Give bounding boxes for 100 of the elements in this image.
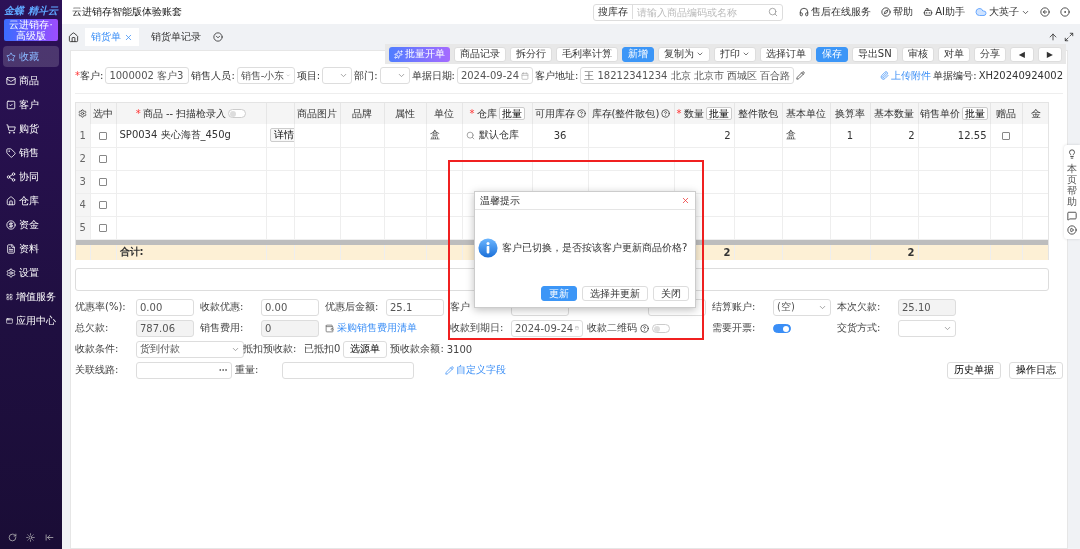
toolbar-button[interactable]: 拆分行 <box>509 46 552 62</box>
toolbar-button[interactable]: 复制为 <box>657 46 710 62</box>
table-cell: 12.55 <box>957 129 987 141</box>
input-field[interactable]: 0.00 <box>261 298 319 316</box>
dialog-button[interactable]: 关闭 <box>653 286 689 301</box>
field-label: 总欠款: <box>75 321 110 335</box>
up-arrow-icon[interactable] <box>1048 32 1058 42</box>
upload-attachment-link[interactable]: 上传附件 <box>880 68 932 83</box>
input-field[interactable] <box>136 361 232 379</box>
required-mark: * <box>135 108 141 119</box>
select-source-button[interactable]: 选源单 <box>343 340 388 358</box>
column-header: 选中 <box>93 106 113 121</box>
select-field[interactable]: 销售-小东 <box>236 67 295 84</box>
row-checkbox[interactable] <box>99 155 107 163</box>
column-header: 库存(整件散包) <box>591 106 660 121</box>
action-button[interactable]: 历史单据 <box>947 361 1001 379</box>
toolbar-button[interactable]: 审核 <box>901 46 934 62</box>
sidebar-item[interactable]: 协同 <box>3 166 59 187</box>
chevron-icon[interactable] <box>213 32 223 42</box>
total-cell: 2 <box>907 246 915 258</box>
toggle-switch[interactable] <box>652 323 670 333</box>
star-icon <box>6 51 16 62</box>
sidebar-item[interactable]: 设置 <box>3 262 59 283</box>
batch-button[interactable]: 批量 <box>705 107 732 120</box>
row-checkbox[interactable] <box>99 131 107 140</box>
scan-toggle[interactable] <box>228 109 247 118</box>
sidebar-item[interactable]: 应用中心 <box>3 310 59 331</box>
toolbar-button[interactable]: 批量开单 <box>388 46 450 62</box>
column-header: 销售单价 <box>920 106 960 121</box>
column-header: 基本数量 <box>874 106 914 121</box>
calendar-icon <box>521 70 529 81</box>
deducted-text: 已抵扣0 <box>304 342 341 356</box>
input-field[interactable]: 25.1 <box>386 298 444 316</box>
row-checkbox[interactable] <box>99 224 107 232</box>
logout-icon[interactable] <box>1040 7 1050 17</box>
help-tab[interactable]: 本页帮助 <box>1064 145 1080 239</box>
message-icon[interactable] <box>1067 211 1077 221</box>
sidebar-item[interactable]: 仓库 <box>3 190 59 211</box>
table-cell: 1 <box>846 129 854 141</box>
input-field[interactable]: 1000002 客户3 <box>105 67 190 84</box>
toolbar-button[interactable]: ▶ <box>1037 46 1062 62</box>
close-icon[interactable] <box>124 32 133 42</box>
sidebar-item[interactable]: 销售 <box>3 142 59 163</box>
expand-icon[interactable] <box>1064 32 1074 42</box>
sparkle-icon <box>393 49 403 59</box>
custom-field-link[interactable]: 自定义字段 <box>445 363 506 377</box>
header-link[interactable]: 售后在线服务 <box>799 5 872 19</box>
tab[interactable]: 销货单记录 <box>145 28 207 46</box>
date-field[interactable]: 2024-09-24 <box>511 319 583 337</box>
batch-button[interactable]: 批量 <box>962 107 988 120</box>
select-field[interactable]: 货到付款 <box>136 340 244 358</box>
input-field[interactable] <box>282 361 414 379</box>
dialog-button[interactable]: 选择并更新 <box>582 286 648 301</box>
toolbar-button[interactable]: 商品记录 <box>453 46 506 62</box>
collapse-icon[interactable] <box>45 533 55 542</box>
sidebar-item[interactable]: 商品 <box>3 70 59 91</box>
window-title: 云进销存智能版体验账套 <box>72 5 183 19</box>
toolbar-button[interactable]: 对单 <box>937 46 970 62</box>
header-link[interactable]: AI助手 <box>923 5 965 19</box>
sidebar-item[interactable]: 增值服务 <box>3 286 59 307</box>
row-checkbox[interactable] <box>99 178 107 186</box>
input-field[interactable]: 0.00 <box>136 298 194 316</box>
row-checkbox[interactable] <box>99 201 107 209</box>
sidebar-item[interactable]: 客户 <box>3 94 59 115</box>
select-field[interactable] <box>379 67 410 84</box>
pencil-icon[interactable] <box>796 71 806 80</box>
home-icon[interactable] <box>68 32 79 43</box>
select-field[interactable]: 王 18212341234 北京 北京市 西城区 百合路 <box>580 67 795 84</box>
field-label: 优惠率(%): <box>75 300 127 314</box>
sidebar-item[interactable]: 收藏 <box>3 46 59 67</box>
action-button[interactable]: 操作日志 <box>1009 361 1063 379</box>
tab[interactable]: 销货单 <box>85 28 139 46</box>
select-field[interactable] <box>322 67 353 84</box>
toolbar-button[interactable]: 导出SN <box>851 46 898 62</box>
expense-list-link[interactable]: 采购销售费用清单 <box>337 321 417 335</box>
toolbar-button[interactable]: 选择订单 <box>759 46 812 62</box>
select-field[interactable]: (空) <box>773 298 831 316</box>
detail-button[interactable]: 详情 <box>269 128 293 143</box>
table-cell: 2 <box>724 129 731 141</box>
headset-icon <box>799 7 810 17</box>
table-cell: 盒 <box>429 129 440 141</box>
sun-icon[interactable] <box>26 533 36 542</box>
play-icon[interactable] <box>1067 225 1077 235</box>
toolbar-button[interactable]: 毛利率计算 <box>555 46 618 62</box>
sidebar-item[interactable]: 购货 <box>3 118 59 139</box>
select-field[interactable] <box>898 319 956 337</box>
sidebar-item[interactable]: 资金 <box>3 214 59 235</box>
toolbar-button[interactable]: ◀ <box>1009 46 1034 62</box>
field-label: 优惠后金额: <box>325 300 380 314</box>
sidebar-item[interactable]: 资料 <box>3 238 59 259</box>
user-menu[interactable]: 大英子 <box>975 5 1030 19</box>
toolbar-button[interactable]: 打印 <box>713 46 756 62</box>
batch-button[interactable]: 批量 <box>498 107 525 120</box>
date-field[interactable]: 2024-09-24 <box>456 67 533 84</box>
header-link[interactable]: 帮助 <box>881 5 914 19</box>
refresh-icon[interactable] <box>7 533 17 542</box>
close-icon[interactable] <box>681 196 690 205</box>
toggle-switch[interactable] <box>773 323 791 333</box>
toolbar-button[interactable]: 分享 <box>973 46 1006 62</box>
row-checkbox[interactable] <box>1002 131 1010 140</box>
